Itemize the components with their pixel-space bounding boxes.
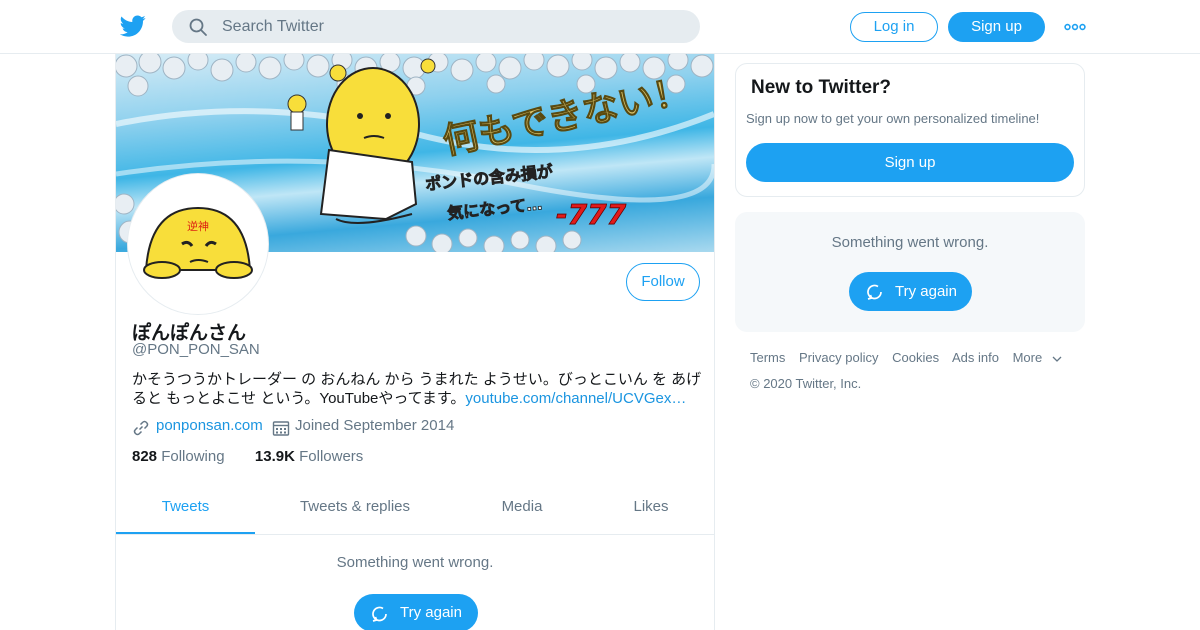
search-icon	[189, 18, 207, 36]
following-stat[interactable]: 828 Following	[132, 448, 225, 465]
following-count: 828	[132, 448, 158, 465]
bio-youtube-link[interactable]: youtube.com/channel/UCVGex…	[465, 390, 686, 407]
followers-stat[interactable]: 13.9K Followers	[255, 448, 363, 465]
profile-column: 何もできない！ ポンドの含み損が 気になって… -777 逆神 Follow ぽ…	[115, 54, 715, 630]
signup-button[interactable]: Sign up	[948, 12, 1045, 42]
sidebar-error-card: Something went wrong. Try again	[735, 212, 1085, 332]
tab-media[interactable]: Media	[482, 487, 562, 534]
footer-link-cookies[interactable]: Cookies	[892, 350, 939, 365]
following-label: Following	[161, 448, 225, 465]
link-icon	[133, 420, 149, 436]
avatar-emblem-text: 逆神	[187, 219, 209, 233]
timeline-error-message: Something went wrong.	[336, 554, 494, 571]
new-to-twitter-subtitle: Sign up now to get your own personalized…	[746, 111, 1040, 126]
profile-handle: @PON_PON_SAN	[132, 341, 260, 358]
top-navigation-bar: Log in Sign up	[0, 0, 1200, 54]
followers-label: Followers	[299, 448, 364, 465]
banner-subtitle-2: 気になって…	[446, 194, 543, 223]
profile-avatar[interactable]: 逆神	[128, 174, 268, 314]
footer-copyright: © 2020 Twitter, Inc.	[750, 376, 862, 391]
banner-number-text: -777	[556, 198, 627, 231]
more-dots-icon[interactable]	[1064, 21, 1086, 33]
search-input[interactable]	[222, 10, 682, 43]
footer-more-label: More	[1012, 350, 1043, 365]
footer-links: Terms Privacy policy Cookies Ads info Mo…	[750, 350, 1080, 365]
tab-likes[interactable]: Likes	[616, 487, 686, 534]
footer-link-privacy[interactable]: Privacy policy	[799, 350, 878, 365]
profile-joined-date: Joined September 2014	[295, 417, 455, 434]
new-to-twitter-title: New to Twitter?	[751, 77, 892, 98]
timeline-try-again-button[interactable]: Try again	[354, 594, 478, 630]
refresh-icon	[372, 606, 387, 622]
footer-link-more[interactable]: More	[1013, 350, 1063, 365]
chevron-down-icon	[1052, 356, 1062, 362]
try-again-label: Try again	[400, 604, 462, 621]
footer: Terms Privacy policy Cookies Ads info Mo…	[750, 350, 1080, 391]
sidebar-signup-button[interactable]: Sign up	[746, 143, 1074, 182]
sidebar-error-message: Something went wrong.	[831, 234, 989, 251]
followers-count: 13.9K	[254, 448, 295, 465]
follow-button[interactable]: Follow	[626, 263, 700, 301]
search-box[interactable]	[172, 10, 700, 43]
sidebar-try-again-button[interactable]: Try again	[849, 272, 972, 311]
profile-stats: 828 Following 13.9K Followers	[132, 448, 363, 465]
profile-tabs: Tweets Tweets & replies Media Likes	[116, 487, 714, 535]
calendar-icon	[272, 421, 290, 436]
tab-tweets[interactable]: Tweets	[116, 487, 255, 534]
tab-tweets-replies[interactable]: Tweets & replies	[271, 487, 439, 534]
new-to-twitter-card: New to Twitter? Sign up now to get your …	[735, 63, 1085, 197]
login-button[interactable]: Log in	[850, 12, 938, 42]
footer-link-terms[interactable]: Terms	[750, 350, 785, 365]
twitter-bird-icon[interactable]	[120, 13, 146, 39]
footer-link-ads-info[interactable]: Ads info	[952, 350, 999, 365]
refresh-icon	[867, 284, 882, 300]
profile-bio: かそうつうかトレーダー の おんねん から うまれた ようせい。びっとこいん を…	[132, 370, 704, 408]
try-again-label: Try again	[895, 283, 957, 300]
profile-website-link[interactable]: ponponsan.com	[156, 417, 263, 434]
